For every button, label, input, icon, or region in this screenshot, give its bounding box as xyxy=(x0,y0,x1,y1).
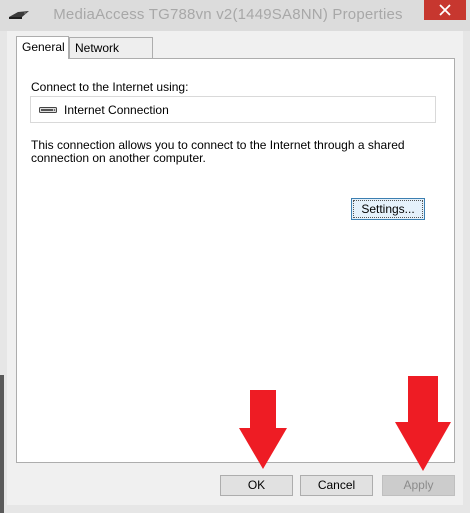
adapter-name: Internet Connection xyxy=(64,103,169,117)
window-edge xyxy=(0,375,4,513)
down-arrow-icon xyxy=(395,376,451,471)
title-bar[interactable]: MediaAccess TG788vn v2(1449SA8NN) Proper… xyxy=(0,0,470,31)
close-button[interactable] xyxy=(424,0,466,20)
tab-general[interactable]: General xyxy=(16,36,69,59)
cancel-button[interactable]: Cancel xyxy=(300,475,373,496)
tab-network-device[interactable]: Network Device xyxy=(69,37,153,75)
connect-using-label: Connect to the Internet using: xyxy=(31,80,189,94)
ok-button[interactable]: OK xyxy=(220,475,293,496)
adapter-field: Internet Connection xyxy=(30,96,436,123)
apply-button[interactable]: Apply xyxy=(382,475,455,496)
close-icon xyxy=(439,4,451,16)
properties-window: MediaAccess TG788vn v2(1449SA8NN) Proper… xyxy=(0,0,470,513)
network-device-icon xyxy=(9,11,29,19)
connection-description: This connection allows you to connect to… xyxy=(31,138,405,165)
down-arrow-icon xyxy=(239,390,287,469)
router-icon xyxy=(39,107,57,113)
general-tab-panel: Connect to the Internet using: Internet … xyxy=(16,58,455,463)
window-title: MediaAccess TG788vn v2(1449SA8NN) Proper… xyxy=(53,6,403,23)
settings-button[interactable]: Settings... xyxy=(351,198,425,220)
